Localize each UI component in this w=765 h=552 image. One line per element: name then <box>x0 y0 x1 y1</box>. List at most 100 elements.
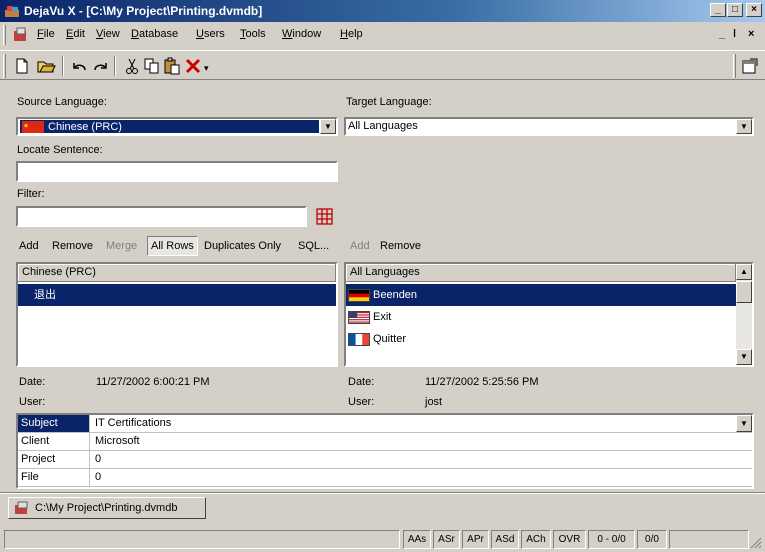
target-language-label: Target Language: <box>346 96 432 108</box>
right-add-button[interactable]: Add <box>350 240 370 252</box>
target-column-header[interactable]: All Languages <box>346 264 736 282</box>
menu-edit[interactable]: Edit <box>66 28 85 40</box>
app-icon <box>5 6 19 17</box>
title-bar: DejaVu X - [C:\My Project\Printing.dvmdb… <box>0 0 765 22</box>
new-icon[interactable] <box>12 56 32 76</box>
toolbar: ▾ <box>0 50 765 80</box>
filter-input[interactable] <box>16 206 307 227</box>
status-message <box>4 530 400 549</box>
scroll-up-icon[interactable]: ▲ <box>736 264 752 280</box>
right-date-value: 11/27/2002 5:25:56 PM <box>425 376 539 388</box>
attributes-grid[interactable]: Subject IT Certifications ▼ Client Micro… <box>16 413 754 489</box>
china-flag-icon <box>22 121 44 133</box>
properties-icon[interactable] <box>740 56 760 76</box>
scroll-down-icon[interactable]: ▼ <box>736 349 752 365</box>
mdi-restore-button[interactable]: ǀ <box>733 28 736 40</box>
status-panel: ASd <box>491 530 519 549</box>
open-icon[interactable] <box>36 56 56 76</box>
paste-icon[interactable] <box>162 56 182 76</box>
mdi-close-button[interactable]: × <box>748 28 754 40</box>
status-panel: ACh <box>521 530 551 549</box>
germany-flag-icon <box>348 288 370 302</box>
cut-icon[interactable] <box>122 56 142 76</box>
table-row[interactable]: Client Microsoft <box>18 433 752 451</box>
delete-icon[interactable] <box>183 56 203 76</box>
table-row[interactable]: File 0 <box>18 469 752 487</box>
menu-grip[interactable] <box>3 25 6 45</box>
remove-button[interactable]: Remove <box>52 240 93 252</box>
resize-grip-icon[interactable] <box>750 537 762 549</box>
attribute-key: Client <box>18 433 90 450</box>
status-panel: AAs <box>403 530 431 549</box>
left-user-label: User: <box>19 396 46 408</box>
source-sentence-list[interactable]: Chinese (PRC) 退出 <box>16 262 338 367</box>
mdi-minimize-button[interactable]: _ <box>719 28 725 40</box>
right-user-label: User: <box>348 396 375 408</box>
target-list-scrollbar[interactable]: ▲ ▼ <box>736 264 752 365</box>
close-button[interactable]: × <box>746 3 762 17</box>
scroll-thumb[interactable] <box>736 281 752 303</box>
usa-flag-icon <box>348 310 370 324</box>
status-panel-empty <box>669 530 749 549</box>
table-row[interactable]: Subject IT Certifications ▼ <box>18 415 752 433</box>
status-panel: ASr <box>433 530 460 549</box>
toolbar-separator <box>62 56 64 76</box>
status-bar: AAs ASr APr ASd ACh OVR 0 - 0/0 0/0 <box>0 527 765 552</box>
toolbar-grip-right[interactable] <box>733 54 736 78</box>
minimize-button[interactable]: _ <box>710 3 726 17</box>
all-rows-button[interactable]: All Rows <box>147 236 198 256</box>
list-item[interactable]: Beenden <box>346 284 736 306</box>
left-date-value: 11/27/2002 6:00:21 PM <box>96 376 210 388</box>
target-sentence-list[interactable]: All Languages Beenden Exit Quitter ▲ ▼ <box>344 262 754 367</box>
menu-bar: File Edit View Database Users Tools Wind… <box>0 24 765 46</box>
divider <box>0 492 765 494</box>
menu-help[interactable]: Help <box>340 28 363 40</box>
chevron-down-icon[interactable]: ▼ <box>736 119 752 134</box>
maximize-button[interactable]: □ <box>727 3 743 17</box>
attribute-key: Subject <box>18 415 90 432</box>
document-tab-label: C:\My Project\Printing.dvmdb <box>35 502 178 514</box>
right-remove-button[interactable]: Remove <box>380 240 421 252</box>
redo-icon[interactable] <box>90 56 110 76</box>
add-button[interactable]: Add <box>19 240 39 252</box>
menu-file[interactable]: File <box>37 28 55 40</box>
attribute-value[interactable]: IT Certifications <box>91 415 734 432</box>
chevron-down-icon[interactable]: ▼ <box>736 415 752 432</box>
attribute-key: Project <box>18 451 90 468</box>
menu-database[interactable]: Database <box>131 28 178 40</box>
chevron-down-icon[interactable]: ▼ <box>320 119 336 134</box>
source-column-header[interactable]: Chinese (PRC) <box>18 264 336 282</box>
menu-users[interactable]: Users <box>196 28 225 40</box>
merge-button[interactable]: Merge <box>106 240 137 252</box>
source-language-select[interactable]: Chinese (PRC) ▼ <box>16 117 338 136</box>
attribute-value[interactable]: 0 <box>91 451 752 468</box>
toolbar-grip[interactable] <box>3 54 6 78</box>
sql-button[interactable]: SQL... <box>298 240 329 252</box>
attribute-value[interactable]: 0 <box>91 469 752 486</box>
undo-icon[interactable] <box>70 56 90 76</box>
status-panel: OVR <box>553 530 586 549</box>
copy-icon[interactable] <box>142 56 162 76</box>
document-tab[interactable]: C:\My Project\Printing.dvmdb <box>8 497 206 519</box>
toolbar-separator <box>114 56 116 76</box>
table-row[interactable]: Project 0 <box>18 451 752 469</box>
source-language-label: Source Language: <box>17 96 107 108</box>
list-item[interactable]: 退出 <box>18 284 336 306</box>
locate-sentence-input[interactable] <box>16 161 338 182</box>
menu-view[interactable]: View <box>96 28 120 40</box>
status-panel: 0 - 0/0 <box>588 530 635 549</box>
document-icon <box>14 27 26 41</box>
toolbar-overflow-icon[interactable]: ▾ <box>204 63 209 74</box>
status-panel: 0/0 <box>637 530 667 549</box>
france-flag-icon <box>348 332 370 346</box>
attribute-value[interactable]: Microsoft <box>91 433 752 450</box>
attribute-key: File <box>18 469 90 486</box>
list-item[interactable]: Quitter <box>346 328 736 350</box>
menu-window[interactable]: Window <box>282 28 321 40</box>
duplicates-only-button[interactable]: Duplicates Only <box>204 240 281 252</box>
document-icon <box>15 501 28 514</box>
grid-filter-icon[interactable] <box>316 208 333 225</box>
list-item[interactable]: Exit <box>346 306 736 328</box>
menu-tools[interactable]: Tools <box>240 28 266 40</box>
target-language-select[interactable]: All Languages ▼ <box>344 117 754 136</box>
